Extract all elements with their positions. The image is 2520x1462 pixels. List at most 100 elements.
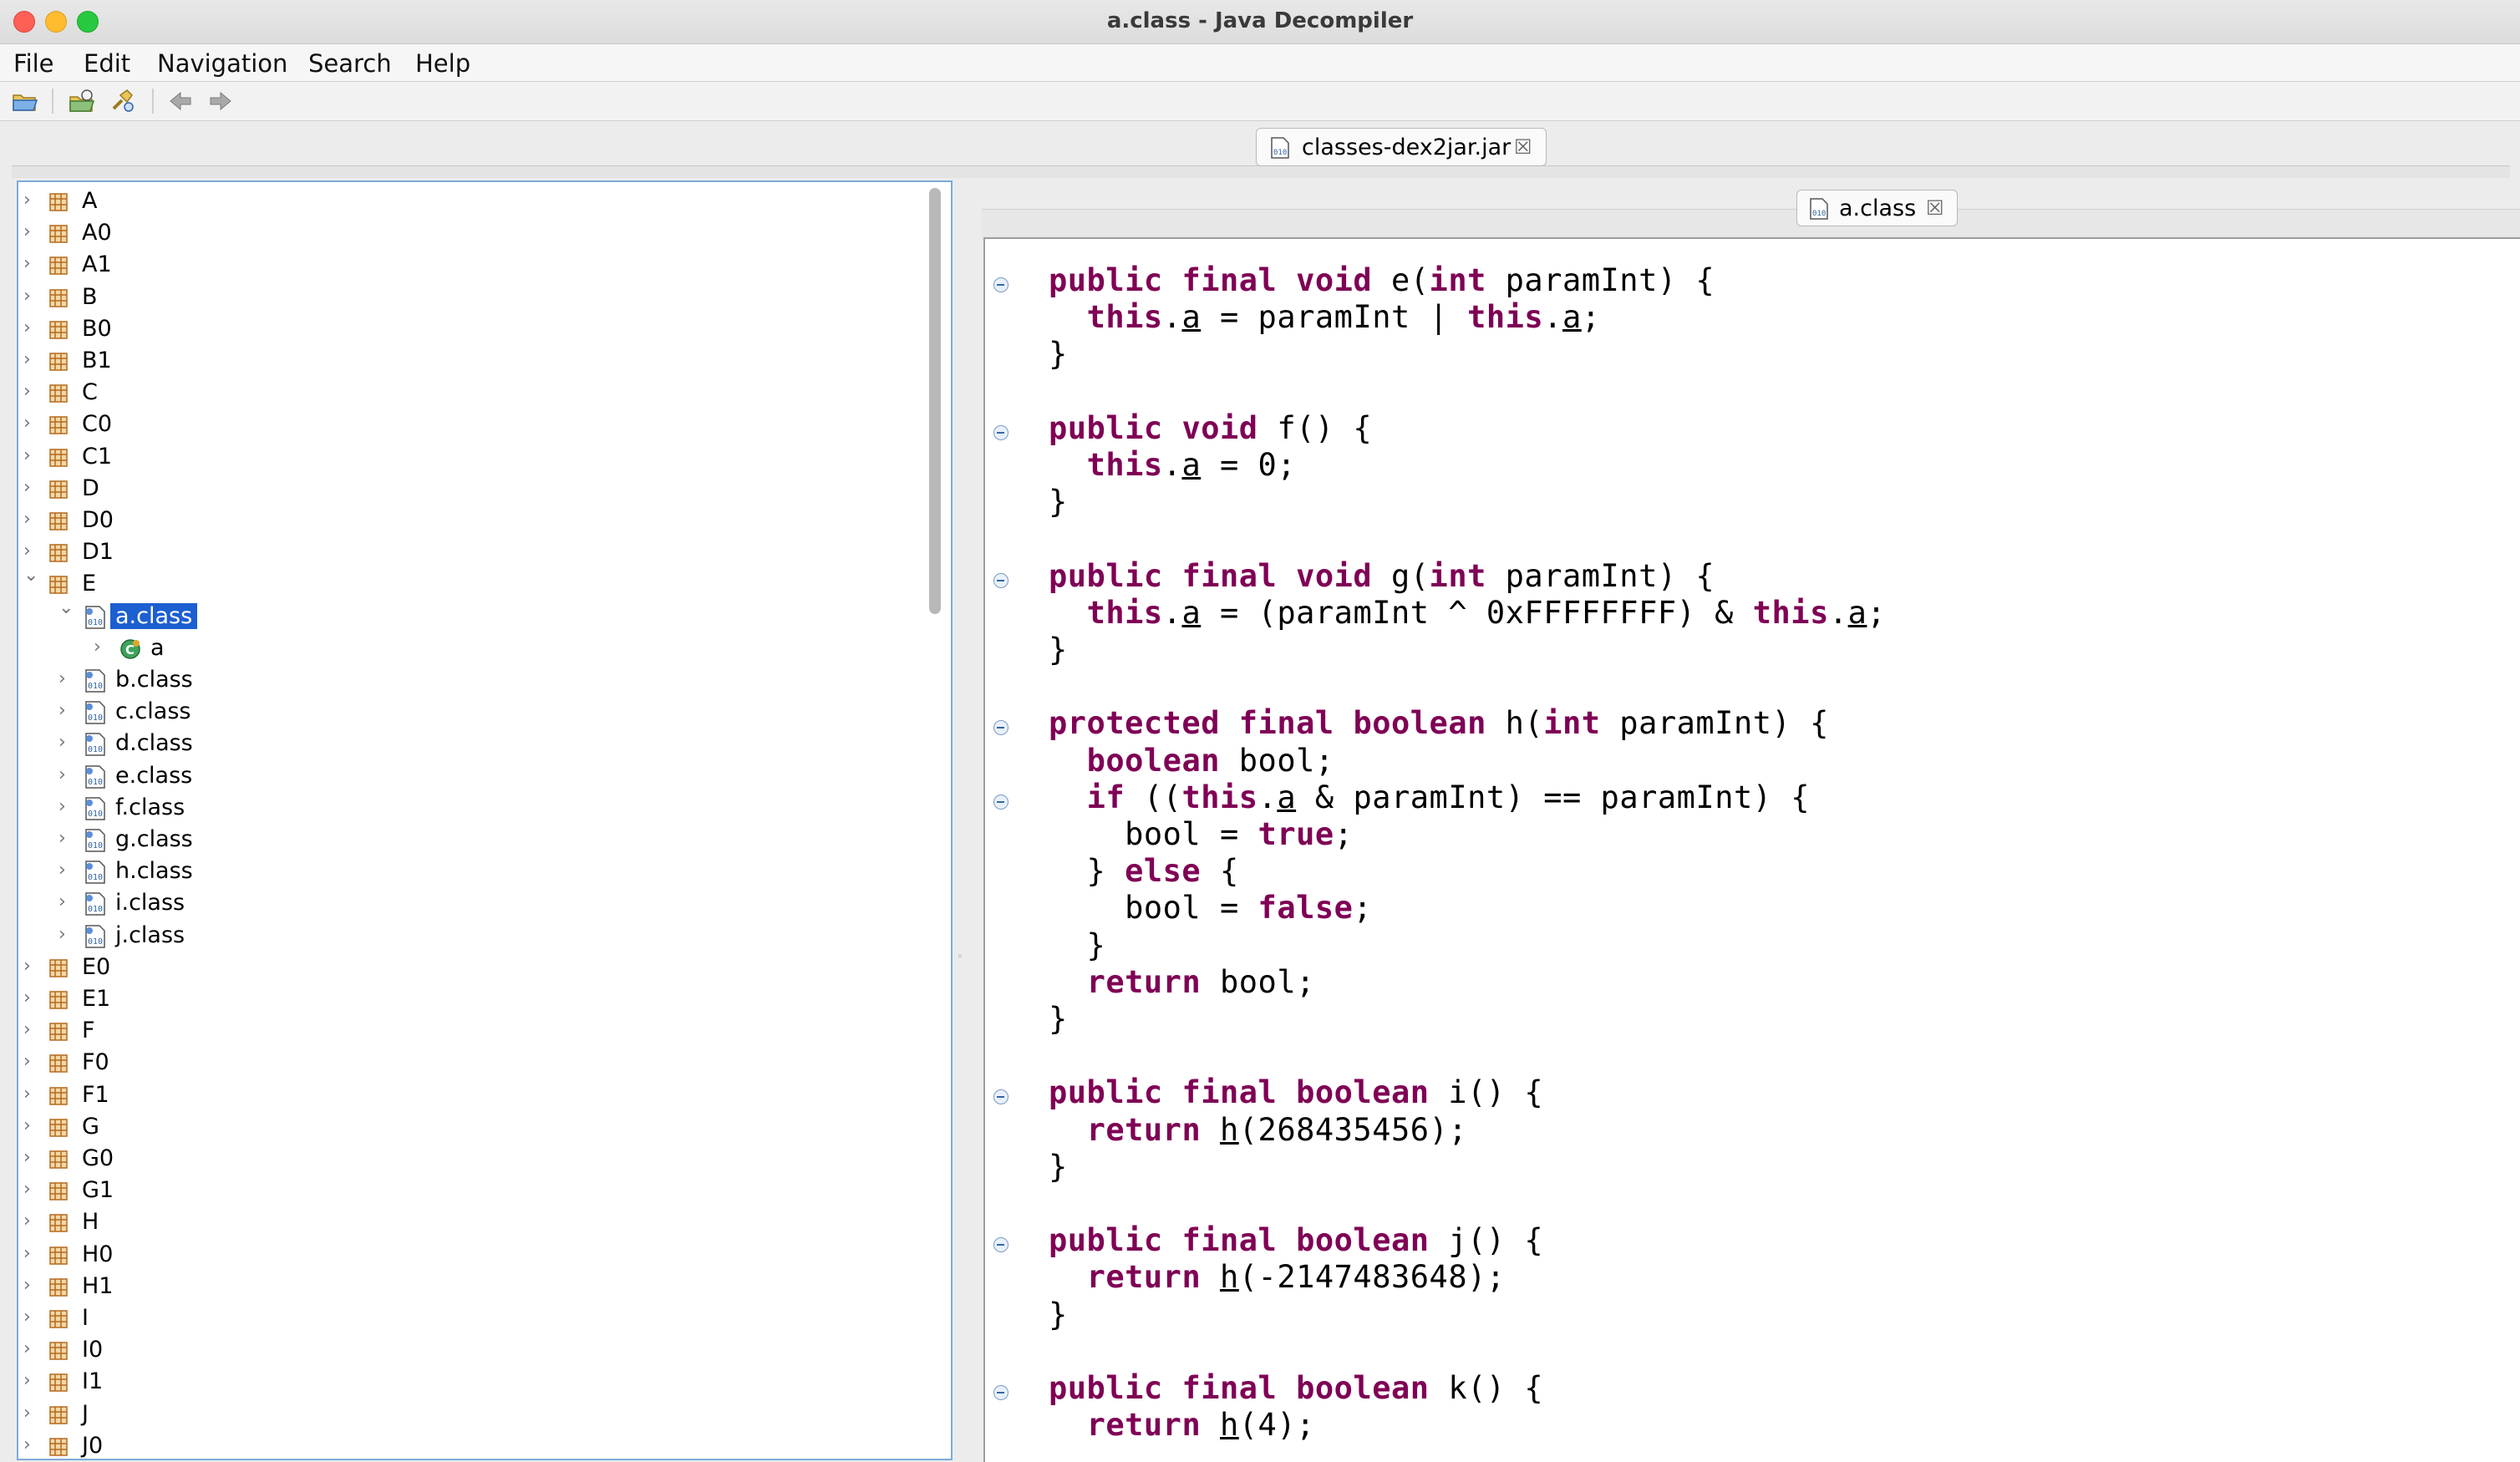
code-reference[interactable]: h	[1220, 1112, 1239, 1148]
fold-toggle-icon[interactable]	[993, 1385, 1009, 1400]
tree-node[interactable]: › I1	[18, 1366, 929, 1398]
tree-node[interactable]: › C	[18, 377, 929, 409]
tab-class[interactable]: 010 a.class ☒	[1796, 190, 1958, 226]
chevron-right-icon[interactable]: ›	[58, 860, 66, 881]
tree-node[interactable]: › C0	[18, 409, 929, 440]
tree-node[interactable]: › 010 f.class	[18, 792, 929, 824]
chevron-right-icon[interactable]: ›	[23, 413, 31, 434]
tree-node[interactable]: › G1	[18, 1175, 929, 1206]
chevron-right-icon[interactable]: ›	[23, 381, 31, 402]
tree-node[interactable]: › B	[18, 282, 929, 313]
fold-toggle-icon[interactable]	[993, 1089, 1009, 1105]
tree-node[interactable]: › G0	[18, 1143, 929, 1175]
tree-node[interactable]: › A1	[18, 249, 929, 281]
tree-node[interactable]: › 010 g.class	[18, 824, 929, 855]
tree-node[interactable]: › B0	[18, 313, 929, 345]
fold-toggle-icon[interactable]	[993, 424, 1009, 440]
open-file-icon[interactable]	[12, 89, 38, 114]
tree-node[interactable]: › 010 e.class	[18, 760, 929, 792]
chevron-right-icon[interactable]: ›	[23, 477, 31, 498]
chevron-right-icon[interactable]: ›	[23, 1403, 31, 1424]
tree-node[interactable]: › D0	[18, 505, 929, 536]
chevron-right-icon[interactable]: ›	[58, 828, 66, 849]
search-icon[interactable]	[109, 89, 135, 114]
back-arrow-icon[interactable]	[167, 89, 194, 114]
code-reference[interactable]: a	[1181, 299, 1201, 335]
chevron-right-icon[interactable]: ›	[23, 1084, 31, 1104]
tree-node[interactable]: › I0	[18, 1334, 929, 1366]
tree-node[interactable]: › Ca	[18, 632, 929, 664]
chevron-right-icon[interactable]: ›	[23, 1179, 31, 1200]
chevron-right-icon[interactable]: ›	[23, 956, 31, 977]
tree-node[interactable]: › 010 h.class	[18, 855, 929, 887]
tree-node[interactable]: › A	[18, 185, 929, 217]
panel-splitter[interactable]	[955, 180, 968, 1460]
code-editor[interactable]: public final void e(int paramInt) { this…	[983, 237, 2520, 1462]
tree-node[interactable]: › H	[18, 1206, 929, 1238]
chevron-right-icon[interactable]: ›	[23, 1434, 31, 1455]
chevron-right-icon[interactable]: ›	[23, 190, 31, 211]
code-reference[interactable]: a	[1181, 447, 1201, 483]
package-tree[interactable]: › A › A0 › A1 › B › B0 › B1 › C › C0 › C1 › D › D0 › D1 ⌄ E ⌄ 010 a.…	[17, 180, 953, 1460]
code-reference[interactable]: a	[1848, 595, 1867, 631]
tree-node[interactable]: › J0	[18, 1430, 929, 1459]
menu-navigation[interactable]: Navigation	[157, 49, 287, 78]
chevron-right-icon[interactable]: ›	[23, 1243, 31, 1264]
tab-jar[interactable]: 010 classes-dex2jar.jar ☒	[1256, 128, 1547, 166]
chevron-right-icon[interactable]: ›	[23, 1115, 31, 1136]
tree-node[interactable]: › D1	[18, 536, 929, 568]
close-icon[interactable]: ☒	[1926, 196, 1944, 221]
chevron-right-icon[interactable]: ›	[23, 1370, 31, 1391]
code-reference[interactable]: a	[1562, 299, 1582, 335]
menu-search[interactable]: Search	[308, 49, 392, 78]
chevron-down-icon[interactable]: ⌄	[58, 597, 74, 618]
chevron-right-icon[interactable]: ›	[23, 1307, 31, 1327]
fold-toggle-icon[interactable]	[993, 794, 1009, 810]
forward-arrow-icon[interactable]	[207, 89, 234, 114]
chevron-right-icon[interactable]: ›	[23, 317, 31, 338]
tree-node[interactable]: › G	[18, 1111, 929, 1143]
chevron-right-icon[interactable]: ›	[23, 1338, 31, 1359]
tree-node[interactable]: › E0	[18, 952, 929, 983]
chevron-right-icon[interactable]: ›	[58, 764, 66, 785]
chevron-right-icon[interactable]: ›	[23, 253, 31, 274]
chevron-right-icon[interactable]: ›	[23, 286, 31, 307]
tree-node[interactable]: › F0	[18, 1047, 929, 1079]
chevron-right-icon[interactable]: ›	[23, 1051, 31, 1072]
menu-file[interactable]: File	[13, 49, 54, 78]
fold-toggle-icon[interactable]	[993, 1237, 1009, 1253]
tree-node[interactable]: › C1	[18, 441, 929, 473]
code-reference[interactable]: h	[1220, 1259, 1239, 1295]
tree-scrollbar[interactable]	[929, 188, 941, 614]
chevron-right-icon[interactable]: ›	[58, 796, 66, 817]
chevron-down-icon[interactable]: ⌄	[23, 565, 38, 586]
tree-node[interactable]: ⌄ 010 a.class	[18, 597, 929, 632]
chevron-right-icon[interactable]: ›	[23, 221, 31, 242]
tree-node[interactable]: › 010 d.class	[18, 728, 929, 759]
chevron-right-icon[interactable]: ›	[23, 1211, 31, 1231]
tree-node[interactable]: › 010 j.class	[18, 920, 929, 952]
tree-node[interactable]: › E1	[18, 983, 929, 1015]
code-reference[interactable]: h	[1220, 1407, 1239, 1443]
menu-help[interactable]: Help	[415, 49, 470, 78]
menu-edit[interactable]: Edit	[84, 49, 130, 78]
code-reference[interactable]: a	[1181, 595, 1201, 631]
tree-node[interactable]: › H1	[18, 1271, 929, 1302]
tree-node[interactable]: › B1	[18, 345, 929, 377]
tree-node[interactable]: › J	[18, 1399, 929, 1430]
open-type-icon[interactable]	[69, 89, 95, 114]
tree-node[interactable]: › 010 b.class	[18, 664, 929, 696]
fold-toggle-icon[interactable]	[993, 277, 1009, 292]
tree-node[interactable]: › F	[18, 1015, 929, 1047]
chevron-right-icon[interactable]: ›	[23, 445, 31, 466]
chevron-right-icon[interactable]: ›	[23, 1019, 31, 1040]
fold-toggle-icon[interactable]	[993, 720, 1009, 736]
fold-toggle-icon[interactable]	[993, 572, 1009, 588]
tree-node[interactable]: › A0	[18, 217, 929, 249]
tree-node[interactable]: ⌄ E	[18, 565, 929, 600]
chevron-right-icon[interactable]: ›	[58, 891, 66, 912]
chevron-right-icon[interactable]: ›	[23, 349, 31, 370]
chevron-right-icon[interactable]: ›	[94, 637, 101, 657]
chevron-right-icon[interactable]: ›	[58, 732, 66, 753]
chevron-right-icon[interactable]: ›	[23, 1147, 31, 1168]
